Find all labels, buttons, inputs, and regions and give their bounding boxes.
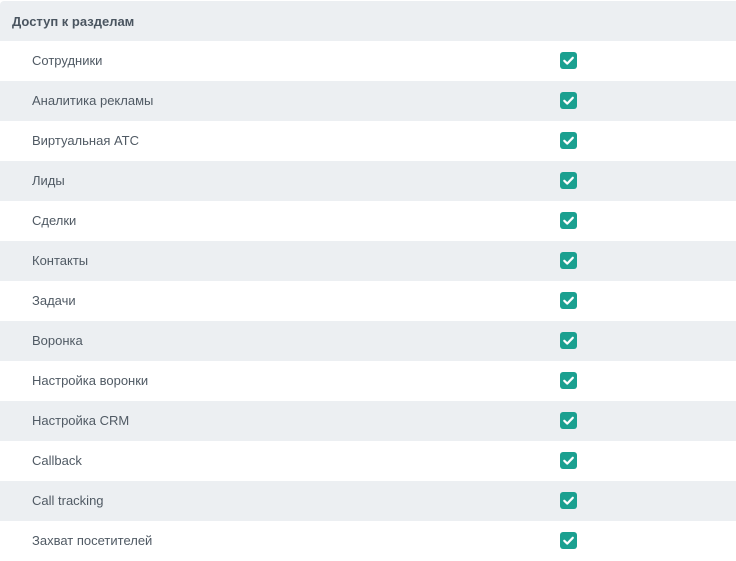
access-row-virtual-pbx: Виртуальная АТС — [0, 121, 736, 161]
access-checkbox-funnel[interactable] — [560, 332, 577, 349]
access-row-label: Настройка воронки — [32, 372, 149, 388]
access-checkbox-crm-settings[interactable] — [560, 412, 577, 429]
checkmark-icon — [563, 416, 574, 425]
access-row-label: Контакты — [32, 252, 89, 268]
access-row-label: Виртуальная АТС — [32, 132, 139, 148]
access-row-label: Сделки — [32, 212, 77, 228]
access-checkbox-virtual-pbx[interactable] — [560, 132, 577, 149]
checkmark-icon — [563, 336, 574, 345]
access-checkbox-employees[interactable] — [560, 52, 577, 69]
access-checkbox-tasks[interactable] — [560, 292, 577, 309]
section-access-panel: Доступ к разделам Сотрудники Аналитика р… — [0, 0, 736, 561]
access-row-label: Воронка — [32, 332, 83, 348]
access-row-label: Настройка CRM — [32, 412, 130, 428]
access-row-funnel: Воронка — [0, 321, 736, 361]
access-row-callback: Callback — [0, 441, 736, 481]
checkmark-icon — [563, 536, 574, 545]
checkmark-icon — [563, 96, 574, 105]
access-checkbox-contacts[interactable] — [560, 252, 577, 269]
checkmark-icon — [563, 296, 574, 305]
checkmark-icon — [563, 496, 574, 505]
access-checkbox-call-tracking[interactable] — [560, 492, 577, 509]
section-title: Доступ к разделам — [12, 13, 135, 29]
access-row-label: Задачи — [32, 292, 76, 308]
access-row-leads: Лиды — [0, 161, 736, 201]
checkmark-icon — [563, 256, 574, 265]
access-row-ad-analytics: Аналитика рекламы — [0, 81, 736, 121]
access-row-label: Захват посетителей — [32, 532, 153, 548]
access-checkbox-funnel-settings[interactable] — [560, 372, 577, 389]
checkmark-icon — [563, 216, 574, 225]
access-list: Сотрудники Аналитика рекламы Виртуальная… — [0, 41, 736, 561]
access-row-tasks: Задачи — [0, 281, 736, 321]
access-row-label: Callback — [32, 452, 82, 468]
checkmark-icon — [563, 136, 574, 145]
checkmark-icon — [563, 56, 574, 65]
access-row-funnel-settings: Настройка воронки — [0, 361, 736, 401]
access-row-label: Call tracking — [32, 492, 104, 508]
access-row-label: Аналитика рекламы — [32, 92, 154, 108]
access-checkbox-deals[interactable] — [560, 212, 577, 229]
access-checkbox-leads[interactable] — [560, 172, 577, 189]
section-header: Доступ к разделам — [0, 1, 736, 41]
access-row-deals: Сделки — [0, 201, 736, 241]
access-row-label: Сотрудники — [32, 52, 103, 68]
checkmark-icon — [563, 176, 574, 185]
checkmark-icon — [563, 456, 574, 465]
access-row-visitor-capture: Захват посетителей — [0, 521, 736, 561]
access-checkbox-ad-analytics[interactable] — [560, 92, 577, 109]
access-row-crm-settings: Настройка CRM — [0, 401, 736, 441]
checkmark-icon — [563, 376, 574, 385]
access-row-call-tracking: Call tracking — [0, 481, 736, 521]
access-row-employees: Сотрудники — [0, 41, 736, 81]
access-checkbox-visitor-capture[interactable] — [560, 532, 577, 549]
access-checkbox-callback[interactable] — [560, 452, 577, 469]
access-row-label: Лиды — [32, 172, 65, 188]
access-row-contacts: Контакты — [0, 241, 736, 281]
